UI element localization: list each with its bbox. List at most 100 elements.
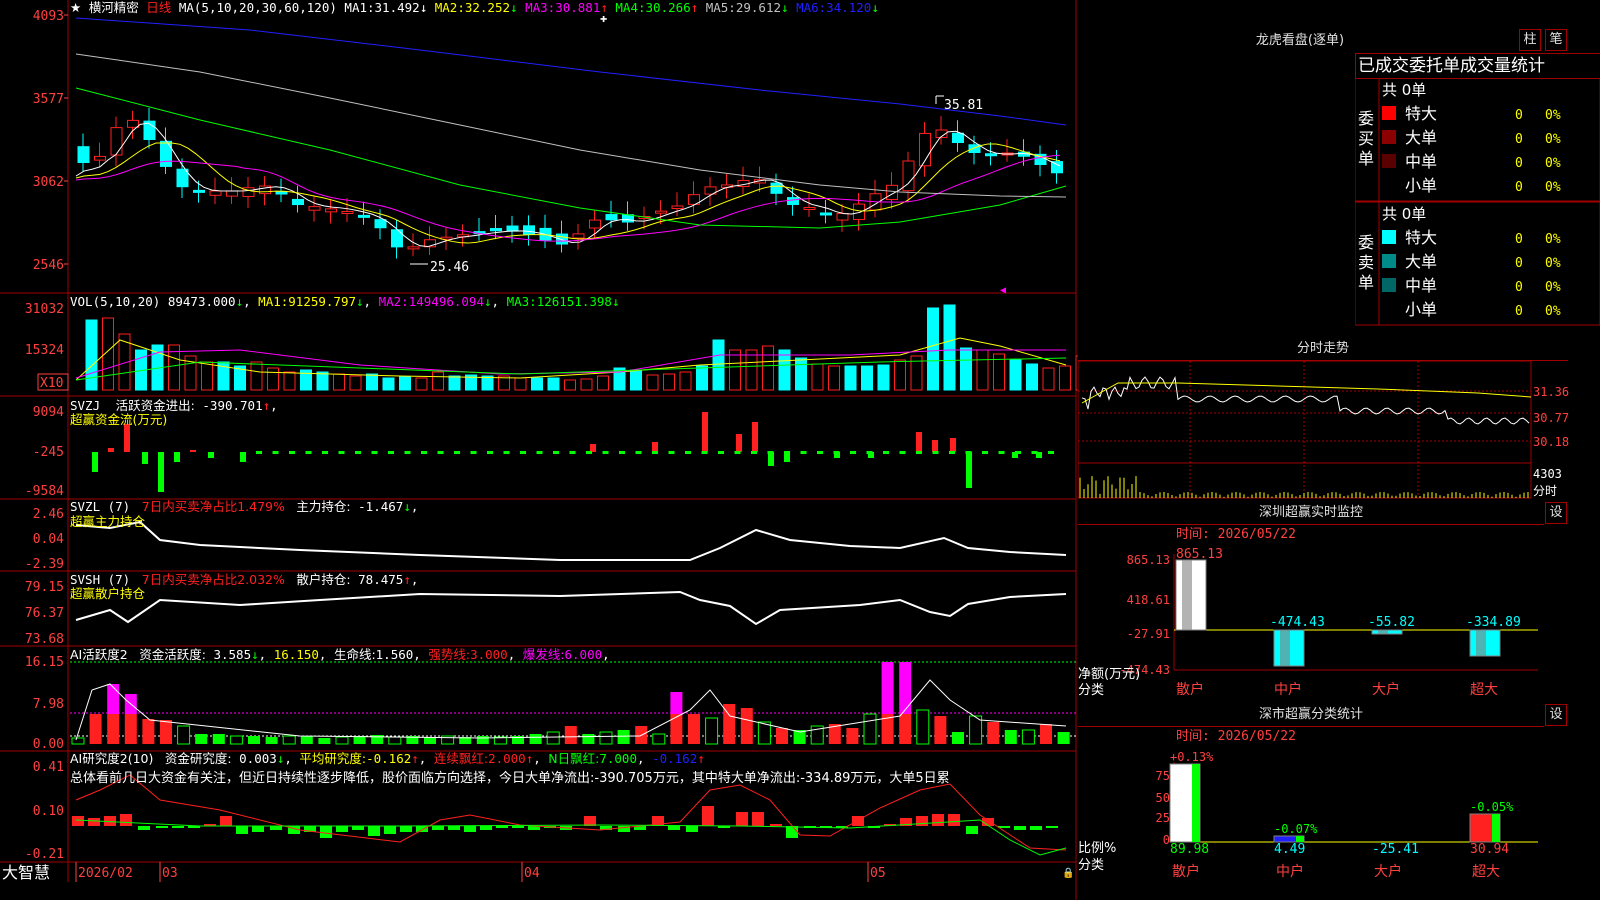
retail-position-line — [75, 590, 1067, 626]
stroke-mode-button[interactable]: 笔 — [1545, 29, 1567, 51]
intraday-chart[interactable]: 31.36 30.77 30.18 4303 分时 — [1078, 361, 1600, 501]
fund-flow-bar — [767, 451, 774, 454]
volume-bar — [795, 357, 807, 391]
activity-bar — [652, 733, 666, 745]
activity-bar — [934, 716, 947, 744]
main-chart-area[interactable]: 4093 3577 3062 2546 31032 15324 9094 -24… — [0, 0, 1078, 900]
fund-flow-bar — [736, 434, 742, 452]
activity-bar — [546, 731, 560, 745]
volume-bar — [316, 371, 329, 391]
volume-bar — [811, 363, 824, 391]
candle-body — [407, 246, 420, 250]
y-tick: 0.00 — [33, 737, 64, 752]
activity-bar — [282, 735, 296, 745]
fund-flow-bar — [553, 451, 559, 454]
activity-bar — [476, 736, 489, 744]
intraday-avg-line — [1081, 382, 1532, 404]
crosshair-icon: ✚ — [600, 11, 607, 25]
buy-group-row-pct: 0% — [1545, 132, 1561, 147]
stats-ylabel: 比例% — [1078, 841, 1116, 856]
research-bar — [416, 826, 428, 832]
fund-flow-bar — [916, 451, 922, 454]
stats-chart[interactable]: 时间: 2026/05/22 75 50 25 0 比例% 分类 +0.13% 89.98 散户 -… — [1078, 726, 1600, 900]
volume-bar — [580, 378, 593, 391]
intraday-y-tick: 31.36 — [1533, 385, 1569, 399]
fund-flow-bar — [92, 452, 98, 472]
buy-group-swatch — [1382, 130, 1396, 144]
volume-panel[interactable] — [75, 304, 1078, 391]
volume-bar — [663, 373, 675, 391]
fund-flow-bar — [883, 451, 889, 454]
research-bar — [1014, 826, 1026, 830]
fund-flow-bar — [240, 452, 246, 462]
sell-group-label: 单 — [1358, 273, 1374, 292]
activity-bar — [89, 714, 102, 744]
research-bar — [336, 826, 348, 832]
fund-flow-bar — [635, 451, 642, 454]
volume-bar — [1059, 365, 1071, 391]
fund-flow-bar — [685, 451, 691, 454]
stats-settings-button[interactable]: 设 — [1545, 704, 1567, 726]
fund-flow-bar — [256, 451, 262, 454]
volume-bar — [877, 364, 890, 391]
ma2-line — [75, 142, 1061, 244]
retail-position-panel[interactable] — [75, 590, 1067, 626]
period-label[interactable]: 日线 — [146, 0, 172, 15]
fund-flow-panel[interactable] — [92, 412, 1054, 492]
candle-body — [226, 190, 238, 197]
sell-group-row-pct: 0% — [1545, 280, 1561, 295]
research-bar — [448, 826, 460, 830]
fund-flow-bar — [932, 440, 938, 452]
svzj-header: SVZJ 活跃资金进出: -390.701↑, — [70, 398, 278, 413]
research-bar — [736, 812, 748, 826]
volume-bar — [415, 377, 428, 391]
monitor-bar-value: -334.89 — [1466, 615, 1521, 630]
candle-body — [358, 214, 370, 218]
date-tick: 2026/02 — [78, 866, 133, 881]
volume-bar — [382, 377, 395, 391]
vol-header: VOL(5,10,20) 89473.000↓, MA1:91259.797↓,… — [70, 294, 619, 309]
activity-bar — [388, 736, 402, 745]
main-position-panel[interactable] — [75, 520, 1067, 561]
volume-bar — [564, 379, 576, 391]
research-bar — [400, 826, 412, 832]
activity-bar — [248, 736, 260, 744]
lhb-header: 已成交委托单成交量统计 — [1355, 53, 1600, 79]
volume-bar — [1026, 363, 1038, 391]
volume-bar — [960, 347, 972, 391]
candle-body — [820, 212, 832, 216]
research-bar — [464, 826, 476, 832]
date-tick-marks — [75, 862, 869, 882]
fund-flow-bar — [536, 451, 543, 454]
stats-y-tick: 25 — [1156, 811, 1170, 825]
research-bar — [220, 816, 232, 826]
stats-bottom-value: 30.94 — [1470, 842, 1509, 857]
svsh-header: SVSH (7) 7日内买卖净占比2.032% 散户持仓: 78.475↑, — [70, 572, 418, 587]
activity-bar — [952, 732, 964, 744]
fund-flow-bar — [866, 451, 873, 454]
activity-panel[interactable] — [70, 661, 1076, 745]
activity-bar — [177, 725, 191, 745]
activity-bar — [1040, 724, 1052, 744]
activity-bar — [142, 719, 155, 744]
fund-flow-bar — [966, 452, 972, 488]
fund-flow-bar — [734, 451, 741, 454]
y-tick: -2.39 — [25, 557, 64, 572]
candle-body — [985, 153, 997, 157]
research-panel[interactable] — [72, 774, 1067, 856]
fund-flow-bar — [1048, 451, 1054, 454]
research-bar — [352, 826, 364, 830]
monitor-settings-button[interactable]: 设 — [1545, 502, 1567, 524]
bar-mode-button[interactable]: 柱 — [1519, 29, 1541, 51]
activity-bar — [529, 734, 542, 744]
fund-flow-bar — [590, 444, 596, 452]
monitor-chart[interactable]: 时间: 2026/05/22 865.13 418.61 -27.91 -474.43 净… — [1078, 524, 1600, 702]
stats-bar-edge — [1492, 814, 1500, 842]
activity-bar — [124, 714, 137, 744]
activity-bar — [160, 720, 172, 744]
fund-flow-bar — [619, 451, 625, 454]
candlestick-panel[interactable] — [75, 17, 1067, 265]
stock-name[interactable]: 横河精密 — [89, 0, 139, 15]
y-tick-marks — [64, 14, 68, 265]
activity-bar — [1004, 730, 1017, 744]
